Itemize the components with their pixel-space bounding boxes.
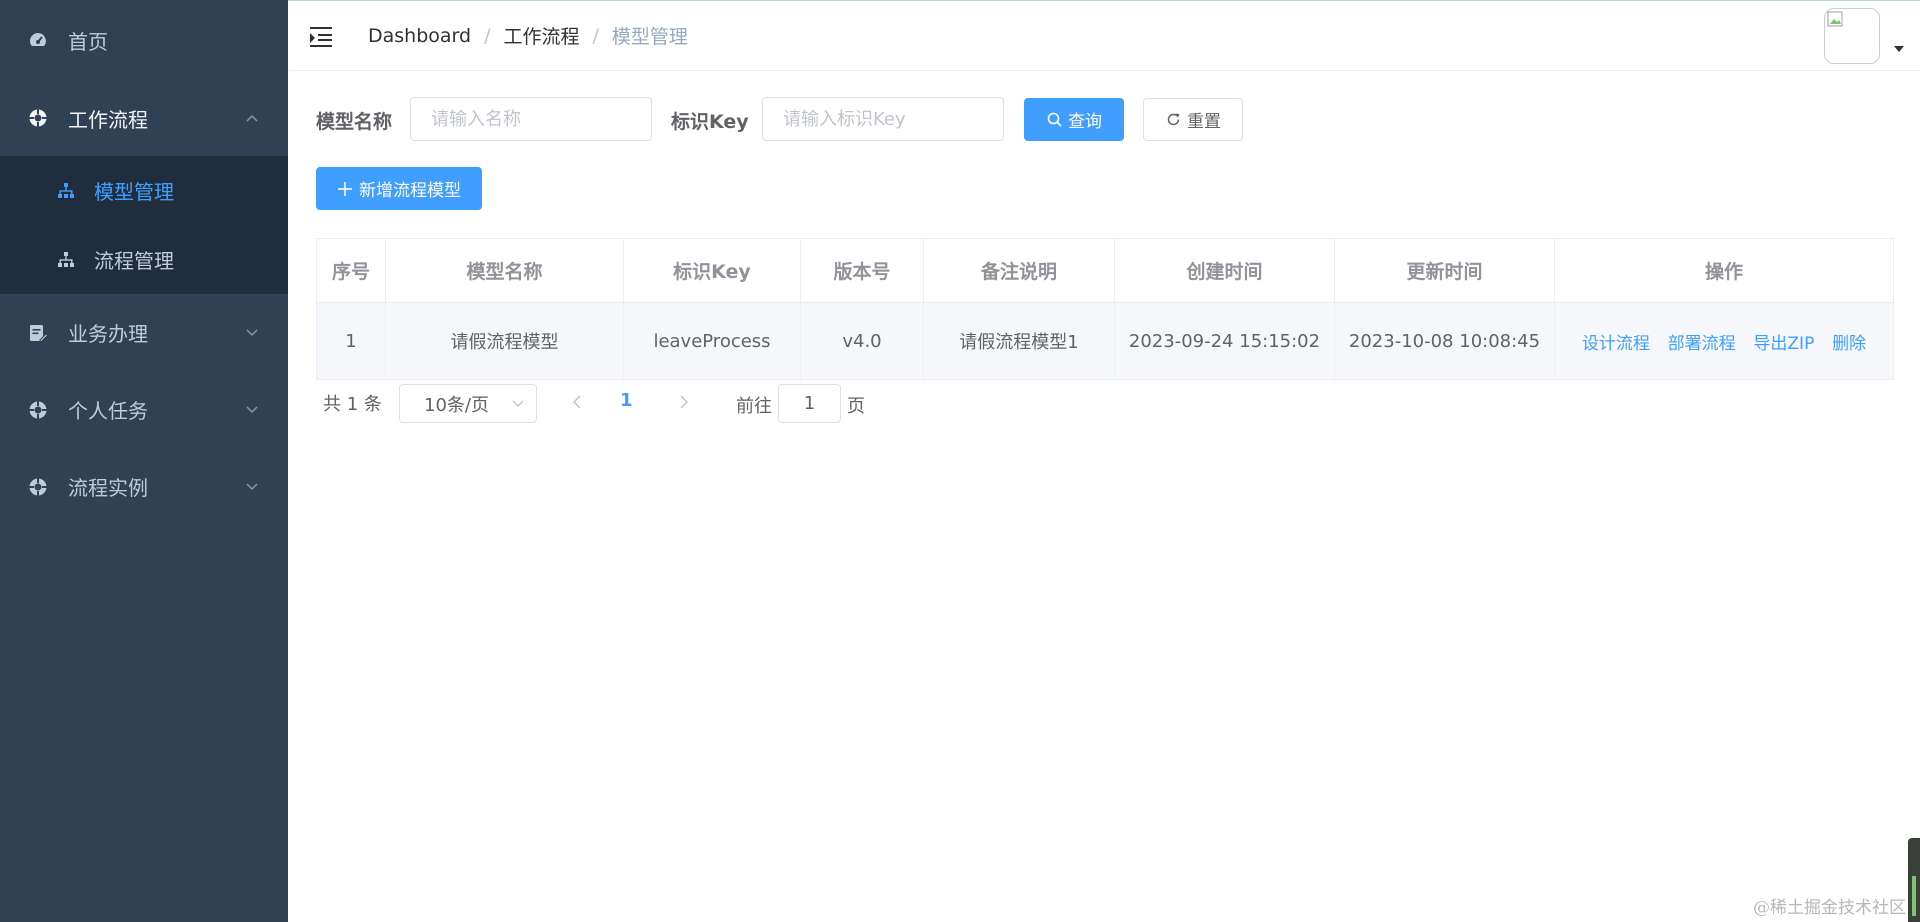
column-header-version: 版本号 (800, 238, 924, 303)
chevron-down-icon (244, 402, 260, 418)
cell-index: 1 (316, 302, 386, 380)
sidebar-item-label: 模型管理 (94, 180, 174, 204)
avatar[interactable] (1824, 8, 1880, 64)
workflow-icon (28, 108, 48, 128)
sidebar-item-label: 流程管理 (94, 249, 174, 273)
sidebar-item-label: 流程实例 (68, 476, 148, 500)
chevron-up-icon (244, 110, 260, 126)
chevron-right-icon (680, 395, 689, 409)
column-header-key: 标识Key (623, 238, 801, 303)
edge-widget-bar (1912, 876, 1916, 916)
next-page-button[interactable] (676, 392, 692, 412)
cell-remark: 请假流程模型1 (923, 302, 1115, 380)
breadcrumb: Dashboard / 工作流程 / 模型管理 (368, 22, 688, 49)
sidebar-item-personal-tasks[interactable]: 个人任务 (0, 371, 288, 448)
sidebar-item-model-management[interactable]: 模型管理 (0, 156, 288, 225)
prev-page-button[interactable] (569, 392, 585, 412)
breadcrumb-item-dashboard[interactable]: Dashboard (368, 25, 471, 47)
column-header-actions: 操作 (1554, 238, 1894, 303)
delete-link[interactable]: 删除 (1832, 334, 1866, 354)
tree-icon (56, 181, 76, 201)
goto-label: 前往 (736, 396, 772, 417)
page-size-value: 10条/页 (424, 394, 489, 416)
export-zip-link[interactable]: 导出ZIP (1753, 334, 1814, 354)
sidebar-item-process-instances[interactable]: 流程实例 (0, 448, 288, 525)
breadcrumb-separator: / (484, 24, 491, 47)
sidebar-item-business[interactable]: 业务办理 (0, 294, 288, 371)
add-model-button-label: 新增流程模型 (359, 181, 461, 201)
column-header-created: 创建时间 (1114, 238, 1335, 303)
edit-document-icon (28, 323, 48, 343)
table-row[interactable]: 1 请假流程模型 leaveProcess v4.0 请假流程模型1 2023-… (316, 302, 1894, 380)
navbar: Dashboard / 工作流程 / 模型管理 (288, 0, 1920, 71)
add-model-button[interactable]: 新增流程模型 (316, 167, 482, 210)
page-suffix-label: 页 (847, 396, 865, 417)
sidebar-item-workflow[interactable]: 工作流程 (0, 80, 288, 156)
caret-down-icon[interactable] (1894, 46, 1904, 52)
cell-actions: 设计流程 部署流程 导出ZIP 删除 (1554, 302, 1894, 380)
sidebar-item-label: 个人任务 (68, 399, 148, 423)
query-button-label: 查询 (1068, 112, 1102, 132)
sidebar-item-label: 工作流程 (68, 107, 148, 132)
reset-button[interactable]: 重置 (1143, 98, 1243, 141)
workflow-icon (28, 400, 48, 420)
query-button[interactable]: 查询 (1024, 98, 1124, 141)
chevron-down-icon (244, 325, 260, 341)
sidebar-item-label: 业务办理 (68, 322, 148, 346)
cell-created: 2023-09-24 15:15:02 (1114, 302, 1335, 380)
dashboard-icon (28, 30, 48, 50)
pagination-total: 共 1 条 (323, 394, 382, 415)
column-header-name: 模型名称 (385, 238, 624, 303)
cell-updated: 2023-10-08 10:08:45 (1334, 302, 1555, 380)
column-header-remark: 备注说明 (923, 238, 1115, 303)
sidebar-item-home[interactable]: 首页 (0, 0, 288, 80)
breadcrumb-separator: / (592, 24, 599, 47)
page-size-select[interactable]: 10条/页 (399, 384, 537, 423)
model-table: 序号 模型名称 标识Key 版本号 备注说明 创建时间 更新时间 操作 1 请假… (316, 238, 1894, 380)
workflow-icon (28, 477, 48, 497)
cell-name: 请假流程模型 (385, 302, 624, 380)
edge-widget[interactable] (1908, 838, 1920, 922)
chevron-down-icon (244, 479, 260, 495)
sidebar-item-label: 首页 (68, 29, 108, 54)
cell-key: leaveProcess (623, 302, 801, 380)
chevron-down-icon (512, 398, 524, 410)
refresh-icon (1165, 112, 1181, 128)
hamburger-icon[interactable] (310, 25, 334, 47)
column-header-index: 序号 (316, 238, 386, 303)
key-label: 标识Key (671, 111, 749, 133)
watermark: @稀土掘金技术社区 (1753, 898, 1906, 918)
model-name-label: 模型名称 (316, 111, 393, 133)
design-process-link[interactable]: 设计流程 (1582, 334, 1650, 354)
broken-image-icon (1827, 11, 1843, 27)
search-icon (1046, 112, 1062, 128)
table-header-row: 序号 模型名称 标识Key 版本号 备注说明 创建时间 更新时间 操作 (316, 238, 1894, 303)
goto-page-input[interactable] (778, 384, 841, 423)
reset-button-label: 重置 (1187, 112, 1221, 132)
sidebar-item-process-management[interactable]: 流程管理 (0, 225, 288, 294)
breadcrumb-item-current: 模型管理 (611, 26, 688, 48)
sidebar: 首页 工作流程 模型管理 流程管理 业务办理 个人任务 流程实例 (0, 0, 288, 922)
key-input[interactable] (762, 97, 1004, 141)
tree-icon (56, 250, 76, 270)
cell-version: v4.0 (800, 302, 924, 380)
chevron-left-icon (572, 395, 581, 409)
page-number-current[interactable]: 1 (620, 390, 633, 411)
deploy-process-link[interactable]: 部署流程 (1668, 334, 1736, 354)
plus-icon (337, 181, 353, 197)
breadcrumb-item-workflow[interactable]: 工作流程 (504, 22, 580, 49)
submenu-workflow: 模型管理 流程管理 (0, 156, 288, 294)
model-name-input[interactable] (410, 97, 652, 141)
column-header-updated: 更新时间 (1334, 238, 1555, 303)
